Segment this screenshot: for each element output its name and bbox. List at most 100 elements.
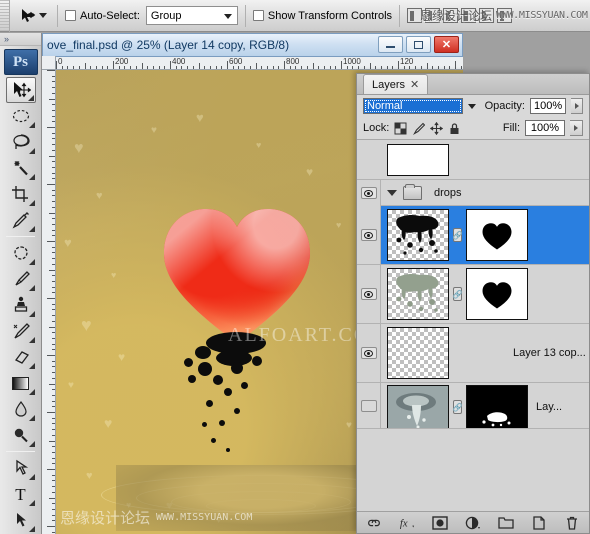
black-drip <box>234 408 240 414</box>
marquee-tool-button[interactable] <box>6 103 36 129</box>
lock-image-pixels-icon[interactable] <box>412 122 426 135</box>
healing-brush-tool-button[interactable] <box>6 240 36 266</box>
layer-mask-thumbnail[interactable] <box>466 209 528 261</box>
layer-thumbnail[interactable] <box>387 385 449 428</box>
active-tool-button[interactable] <box>16 5 50 27</box>
type-tool-button[interactable]: T <box>6 481 36 507</box>
opacity-input[interactable]: 100% <box>529 98 567 114</box>
layers-list[interactable]: drops 🔗 🔗 Layer 13 cop... 🔗 Lay... <box>357 139 589 511</box>
ruler-h-tick-400: 400 <box>172 57 186 66</box>
history-brush-tool-button[interactable] <box>6 318 36 344</box>
eraser-tool-button[interactable] <box>6 344 36 370</box>
lock-transparent-pixels-icon[interactable] <box>394 122 407 135</box>
ruler-corner[interactable] <box>42 56 56 70</box>
auto-select-dropdown[interactable]: Group <box>145 6 238 25</box>
tool-preset-chevron-down-icon[interactable] <box>38 13 47 18</box>
tab-layers[interactable]: Layers ✕ <box>363 74 429 94</box>
blend-mode-dropdown[interactable]: Normal <box>363 98 463 114</box>
maximize-button[interactable] <box>406 36 431 53</box>
lasso-tool-button[interactable] <box>6 129 36 155</box>
layer-row[interactable]: 🔗 Lay... <box>357 383 589 429</box>
black-drip <box>195 346 211 359</box>
divider <box>57 4 58 27</box>
heart-mask-shape <box>482 282 512 309</box>
fill-slider-button[interactable] <box>570 120 583 136</box>
eye-icon-hidden[interactable] <box>360 400 377 412</box>
tool-more-triangle-icon <box>28 148 35 154</box>
horizontal-ruler[interactable]: 0 200 400 600 800 1000 120 <box>56 56 463 70</box>
mask-link-icon[interactable]: 🔗 <box>453 287 462 301</box>
layer-visibility-toggle[interactable] <box>357 383 381 428</box>
svg-text:fx: fx <box>400 518 408 529</box>
crop-tool-button[interactable] <box>6 181 36 207</box>
layer-thumbnail[interactable] <box>387 327 449 379</box>
eye-icon[interactable] <box>360 347 377 359</box>
mask-link-icon[interactable]: 🔗 <box>453 228 462 242</box>
black-drip <box>211 438 216 443</box>
document-titlebar[interactable]: ove_final.psd @ 25% (Layer 14 copy, RGB/… <box>42 33 463 56</box>
adjustment-layer-button[interactable] <box>465 515 481 530</box>
layer-visibility-toggle[interactable] <box>357 206 381 264</box>
opacity-label: Opacity: <box>484 100 525 112</box>
layer-thumbnail[interactable] <box>387 268 449 320</box>
close-icon[interactable]: ✕ <box>410 78 419 91</box>
layer-row-partial-top[interactable] <box>357 140 589 180</box>
close-button[interactable]: ✕ <box>434 36 459 53</box>
eyedropper-tool-button[interactable] <box>6 207 36 233</box>
eye-icon[interactable] <box>360 288 377 300</box>
layer-visibility-toggle[interactable] <box>357 324 381 382</box>
show-transform-controls-checkbox[interactable] <box>252 10 264 21</box>
move-tool-icon <box>20 8 36 24</box>
gradient-tool-button[interactable] <box>6 370 36 396</box>
new-group-button[interactable] <box>498 515 514 530</box>
blur-tool-button[interactable] <box>6 396 36 422</box>
bokeh-heart-icon: ♥ <box>68 380 74 391</box>
divider <box>244 4 246 27</box>
lock-position-icon[interactable] <box>430 121 444 135</box>
group-visibility-toggle[interactable] <box>357 180 381 206</box>
toolbox-grip[interactable]: » <box>0 33 41 46</box>
blend-mode-value: Normal <box>367 100 403 112</box>
layer-style-button[interactable]: fx <box>399 515 415 530</box>
layer-visibility-toggle[interactable] <box>357 265 381 323</box>
layer-thumbnail[interactable] <box>387 143 449 176</box>
mask-link-icon[interactable]: 🔗 <box>453 400 462 414</box>
auto-select-checkbox[interactable] <box>65 10 76 21</box>
fill-input[interactable]: 100% <box>525 120 565 136</box>
tool-more-triangle-icon <box>28 500 35 506</box>
lock-all-icon[interactable] <box>448 122 461 135</box>
black-drip <box>252 356 262 366</box>
brush-tool-button[interactable] <box>6 266 36 292</box>
move-tool-button[interactable] <box>5 77 36 103</box>
eye-icon[interactable] <box>360 187 377 199</box>
new-layer-button[interactable] <box>531 515 547 530</box>
delete-layer-button[interactable] <box>564 515 580 530</box>
layer-row[interactable]: 🔗 <box>357 265 589 324</box>
layer-group-row-drops[interactable]: drops <box>357 180 589 206</box>
pen-tool-button[interactable] <box>6 455 36 481</box>
chevron-down-icon[interactable] <box>467 103 476 109</box>
path-selection-tool-button[interactable] <box>6 507 36 533</box>
document-title: ove_final.psd @ 25% (Layer 14 copy, RGB/… <box>47 38 290 52</box>
dodge-tool-button[interactable] <box>6 422 36 448</box>
artwork-watermark-cn: 恩缘设计论坛 <box>60 509 151 527</box>
layer-row[interactable]: 🔗 <box>357 206 589 265</box>
add-layer-mask-button[interactable] <box>432 515 448 530</box>
minimize-button[interactable] <box>378 36 403 53</box>
layer-row[interactable]: Layer 13 cop... <box>357 324 589 383</box>
options-bar-grip[interactable] <box>0 0 10 32</box>
clone-stamp-tool-button[interactable] <box>6 292 36 318</box>
opacity-slider-button[interactable] <box>571 98 583 114</box>
tool-more-triangle-icon <box>28 526 35 532</box>
magic-wand-tool-button[interactable] <box>6 155 36 181</box>
link-layers-button[interactable] <box>366 515 382 530</box>
layer-thumbnail[interactable] <box>387 209 449 261</box>
eye-icon[interactable] <box>360 229 377 241</box>
vertical-ruler[interactable] <box>42 70 56 534</box>
black-drip <box>202 422 207 427</box>
layer-mask-thumbnail[interactable] <box>466 268 528 320</box>
toolbox-panel: » Ps T <box>0 33 42 534</box>
layer-mask-thumbnail[interactable] <box>466 385 528 428</box>
tool-more-triangle-icon <box>28 337 35 343</box>
chevron-down-icon[interactable] <box>387 189 397 196</box>
